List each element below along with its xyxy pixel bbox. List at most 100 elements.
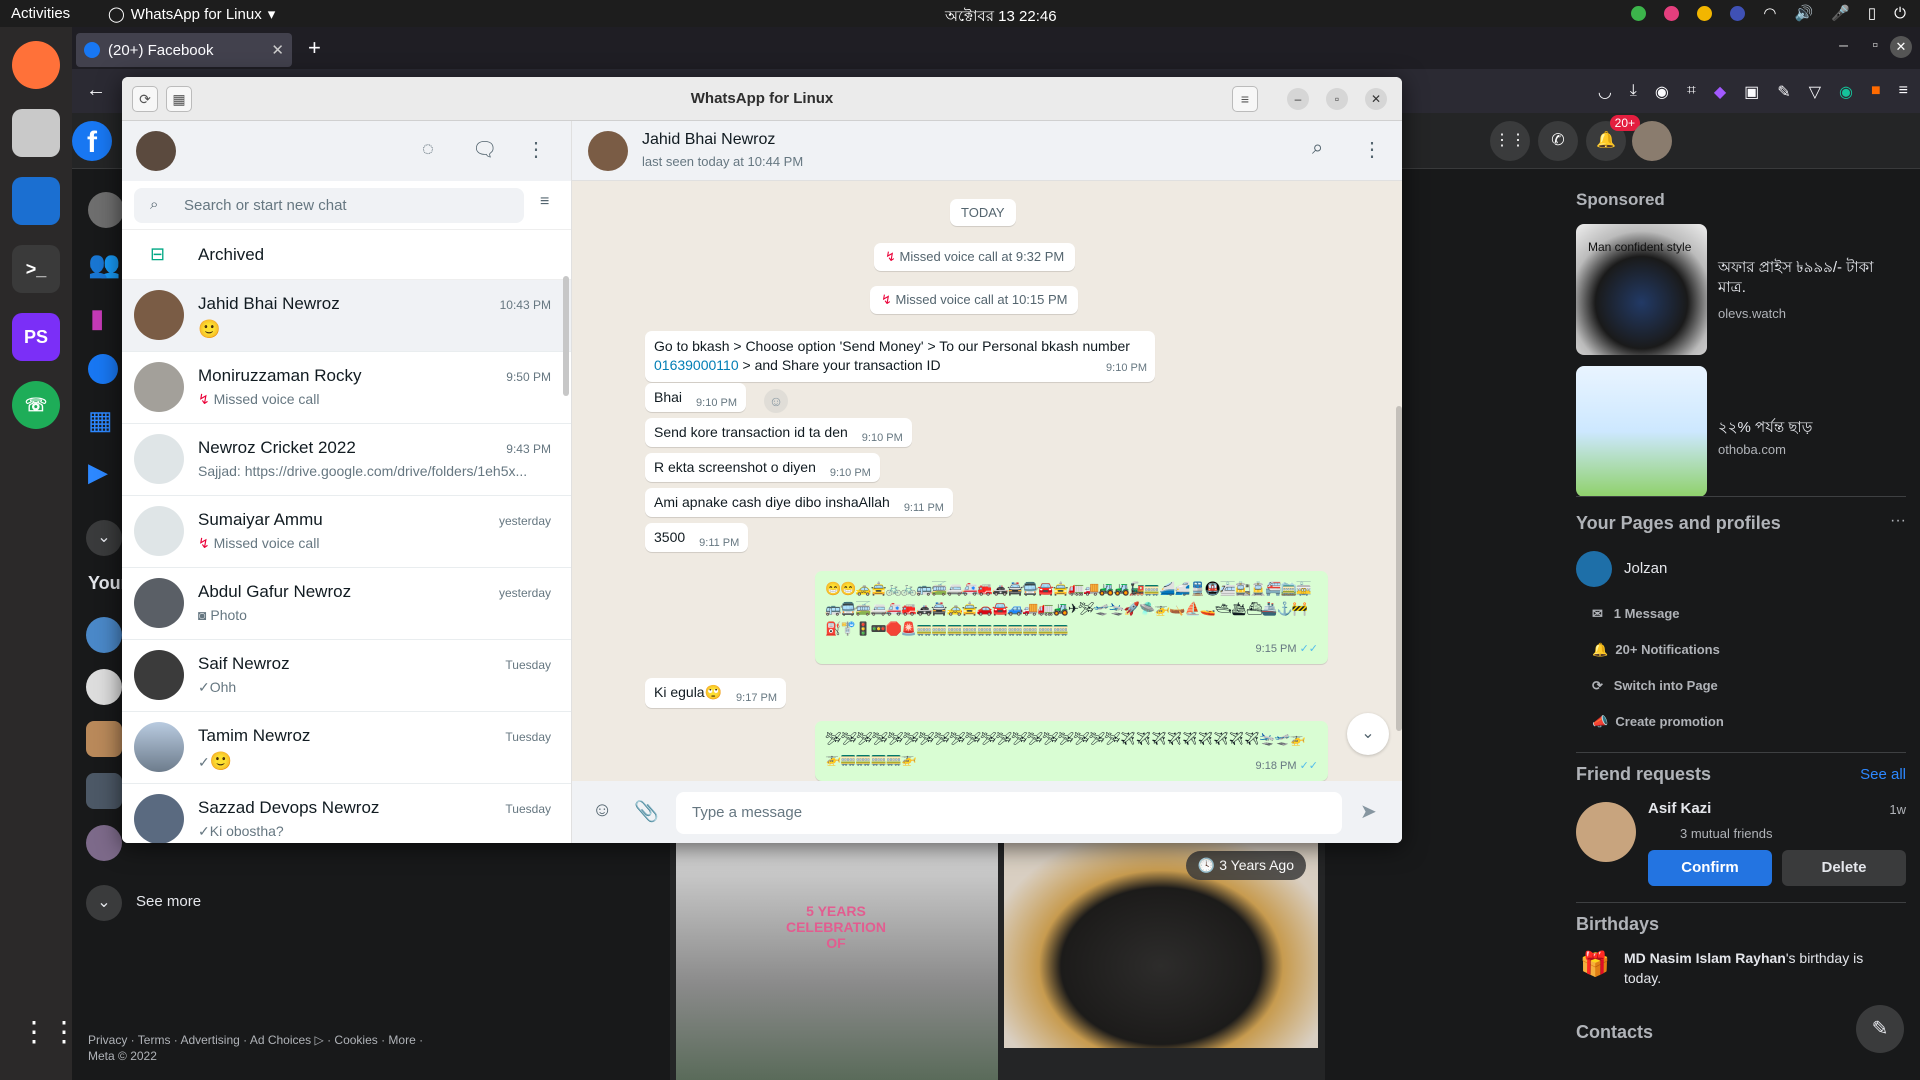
extension-icon[interactable]: ✎ bbox=[1777, 82, 1790, 102]
maximize-icon[interactable]: ▫ bbox=[1326, 88, 1348, 110]
shield-icon[interactable] bbox=[1697, 5, 1713, 21]
minimize-icon[interactable]: – bbox=[1287, 88, 1309, 110]
chat-item[interactable]: Jahid Bhai Newroz 10:43 PM 🙂 bbox=[122, 280, 571, 352]
see-all-link[interactable]: See all bbox=[1860, 766, 1906, 783]
app-menu[interactable]: ◯ WhatsApp for Linux ▾ bbox=[108, 5, 275, 24]
page-name[interactable]: Jolzan bbox=[1624, 560, 1667, 577]
shortcut-avatar[interactable] bbox=[86, 617, 122, 653]
my-avatar[interactable] bbox=[136, 131, 176, 171]
marketplace-icon[interactable]: ▦ bbox=[88, 405, 113, 436]
message-input[interactable]: Type a message bbox=[676, 792, 1342, 834]
outgoing-message[interactable]: 🛩🛩🛩🛩🛩🛩🛩🛩🛩🛩🛩🛩🛩🛩🛩🛩🛩🛩🛩✈✈✈✈✈✈✈✈✈🛬🛫🚁🚁🚃🚃🚃🚃🚁 9:… bbox=[815, 721, 1328, 781]
chat-item[interactable]: Newroz Cricket 2022 9:43 PM Sajjad: http… bbox=[122, 424, 571, 496]
phpstorm-icon[interactable]: PS bbox=[12, 313, 60, 361]
menu-grid-icon[interactable]: ⋮⋮ bbox=[1490, 121, 1530, 161]
mic-icon[interactable]: 🎤 bbox=[1831, 4, 1850, 22]
groups-icon[interactable] bbox=[88, 354, 118, 384]
ad-card[interactable]: Man confident style অফার প্রাইস ৳৯৯৯/- ট… bbox=[1576, 224, 1906, 356]
message-scrollbar[interactable] bbox=[1396, 406, 1402, 731]
shortcut-avatar[interactable] bbox=[86, 773, 122, 809]
terminal-icon[interactable]: >_ bbox=[12, 245, 60, 293]
contact-avatar[interactable] bbox=[588, 131, 628, 171]
page-action[interactable]: ⟳ Switch into Page bbox=[1592, 678, 1718, 694]
chat-list-scrollbar[interactable] bbox=[563, 276, 569, 396]
facebook-logo[interactable]: f bbox=[72, 121, 112, 161]
filter-icon[interactable]: ≡ bbox=[540, 193, 549, 211]
new-chat-icon[interactable]: 🗨 bbox=[472, 137, 497, 162]
cake-photo[interactable]: 🕓 3 Years Ago bbox=[1004, 843, 1318, 1048]
tab-facebook[interactable]: (20+) Facebook ✕ bbox=[76, 33, 292, 67]
writer-icon[interactable] bbox=[12, 177, 60, 225]
confirm-button[interactable]: Confirm bbox=[1648, 850, 1772, 886]
incoming-message[interactable]: Send kore transaction id ta den 9:10 PM bbox=[645, 418, 912, 447]
chat-item[interactable]: Abdul Gafur Newroz yesterday ◙ Photo bbox=[122, 568, 571, 640]
incoming-message[interactable]: Ki egula🙄 9:17 PM bbox=[645, 678, 786, 708]
chat-item[interactable]: Saif Newroz Tuesday ✓Ohh bbox=[122, 640, 571, 712]
shortcut-avatar[interactable] bbox=[86, 825, 122, 861]
archived-row[interactable]: ⊟ Archived bbox=[122, 230, 571, 280]
emoji-icon[interactable]: ☺ bbox=[592, 799, 612, 822]
watch-icon[interactable]: ▶ bbox=[88, 457, 108, 488]
phone-link[interactable]: 01639000110 bbox=[654, 357, 739, 373]
new-tab-button[interactable]: + bbox=[308, 35, 321, 61]
status-icon[interactable]: ◌ bbox=[422, 138, 434, 161]
extension-icon[interactable] bbox=[1730, 5, 1746, 21]
pocket-icon[interactable]: ◡ bbox=[1598, 82, 1612, 102]
celebration-photo[interactable]: 5 YEARS CELEBRATION OF bbox=[676, 843, 998, 1080]
ad-card[interactable]: ২২% পর্যন্ত ছাড় othoba.com bbox=[1576, 366, 1906, 498]
page-action[interactable]: 📣 Create promotion bbox=[1592, 714, 1724, 730]
app-indicator-icon[interactable] bbox=[1664, 5, 1680, 21]
requester-avatar[interactable] bbox=[1576, 802, 1636, 862]
extension-icon[interactable]: ▽ bbox=[1809, 82, 1821, 102]
restore-window-icon[interactable]: ▫ bbox=[1872, 37, 1878, 55]
grammarly-icon[interactable]: ◉ bbox=[1839, 82, 1853, 102]
hamburger-icon[interactable]: ≡ bbox=[1232, 86, 1258, 112]
vpn-icon[interactable] bbox=[1631, 5, 1647, 21]
page-action[interactable]: ✉ 1 Message bbox=[1592, 606, 1680, 622]
files-icon[interactable] bbox=[12, 109, 60, 157]
see-more-icon[interactable]: ⌄ bbox=[86, 885, 122, 921]
more-options-icon[interactable]: ··· bbox=[1890, 512, 1906, 530]
shortcut-avatar[interactable] bbox=[86, 669, 122, 705]
incoming-message[interactable]: R ekta screenshot o diyen 9:10 PM bbox=[645, 453, 880, 482]
search-icon[interactable]: ⌕ bbox=[1312, 137, 1323, 160]
react-icon[interactable]: ☺ bbox=[764, 389, 788, 413]
chat-item[interactable]: Sazzad Devops Newroz Tuesday ✓Ki obostha… bbox=[122, 784, 571, 843]
chat-item[interactable]: Sumaiyar Ammu yesterday ↯ Missed voice c… bbox=[122, 496, 571, 568]
menu-icon[interactable]: ≡ bbox=[1899, 82, 1908, 102]
requester-name[interactable]: Asif Kazi bbox=[1648, 800, 1711, 817]
extension-icon[interactable]: ◆ bbox=[1714, 82, 1726, 102]
activities-button[interactable]: Activities bbox=[11, 5, 70, 22]
friends-icon[interactable]: 👥 bbox=[88, 249, 120, 280]
shortcut-avatar[interactable] bbox=[86, 721, 122, 757]
contact-name[interactable]: Jahid Bhai Newroz bbox=[642, 131, 775, 149]
delete-button[interactable]: Delete bbox=[1782, 850, 1906, 886]
crop-icon[interactable]: ⌗ bbox=[1687, 82, 1696, 102]
birthday-text[interactable]: MD Nasim Islam Rayhan's birthday is toda… bbox=[1624, 948, 1894, 988]
whatsapp-dock-icon[interactable]: ☏ bbox=[12, 381, 60, 429]
fb-footer[interactable]: Privacy · Terms · Advertising · Ad Choic… bbox=[88, 1032, 428, 1064]
incoming-message[interactable]: Go to bkash > Choose option 'Send Money'… bbox=[645, 331, 1155, 382]
chat-item[interactable]: Moniruzzaman Rocky 9:50 PM ↯ Missed voic… bbox=[122, 352, 571, 424]
extension-icon[interactable]: ▣ bbox=[1744, 82, 1759, 102]
account-avatar[interactable] bbox=[1632, 121, 1672, 161]
feed-photo-post[interactable]: 5 YEARS CELEBRATION OF 🕓 3 Years Ago bbox=[670, 843, 1325, 1080]
chat-item[interactable]: Tamim Newroz Tuesday ✓🙂 bbox=[122, 712, 571, 784]
incoming-message[interactable]: Ami apnake cash diye dibo inshaAllah 9:11… bbox=[645, 488, 953, 517]
incoming-message[interactable]: 3500 9:11 PM bbox=[645, 523, 749, 552]
wifi-icon[interactable]: ◠ bbox=[1763, 4, 1776, 22]
see-more-link[interactable]: See more bbox=[136, 893, 201, 910]
scroll-down-button[interactable]: ⌄ bbox=[1347, 713, 1389, 755]
attach-icon[interactable]: 📎 bbox=[634, 799, 659, 824]
new-message-icon[interactable]: ✎ bbox=[1856, 1005, 1904, 1053]
battery-icon[interactable]: ▯ bbox=[1868, 4, 1876, 22]
send-icon[interactable]: ➤ bbox=[1360, 799, 1377, 824]
close-icon[interactable]: ✕ bbox=[1365, 88, 1387, 110]
page-action[interactable]: 🔔 20+ Notifications bbox=[1592, 642, 1720, 658]
download-icon[interactable]: ⤓ bbox=[1630, 82, 1637, 102]
incoming-message[interactable]: Bhai 9:10 PM bbox=[645, 383, 746, 412]
mutual-friends[interactable]: 3 mutual friends bbox=[1680, 826, 1773, 841]
menu-icon[interactable]: ⋮ bbox=[526, 137, 546, 162]
outgoing-message[interactable]: 😁😁🚕🚖🚲🚲🚌🚎🚐🚑🚒🚓🚔🚍🚘🚖🚛🚚🚜🚜🚂🚃🚄🚅🚆🚇🚈🚉🚊🚝🚞🚋🚌🚍🚎🚐🚑🚒🚓🚔… bbox=[815, 571, 1328, 664]
search-input[interactable]: ⌕ Search or start new chat bbox=[134, 188, 524, 223]
